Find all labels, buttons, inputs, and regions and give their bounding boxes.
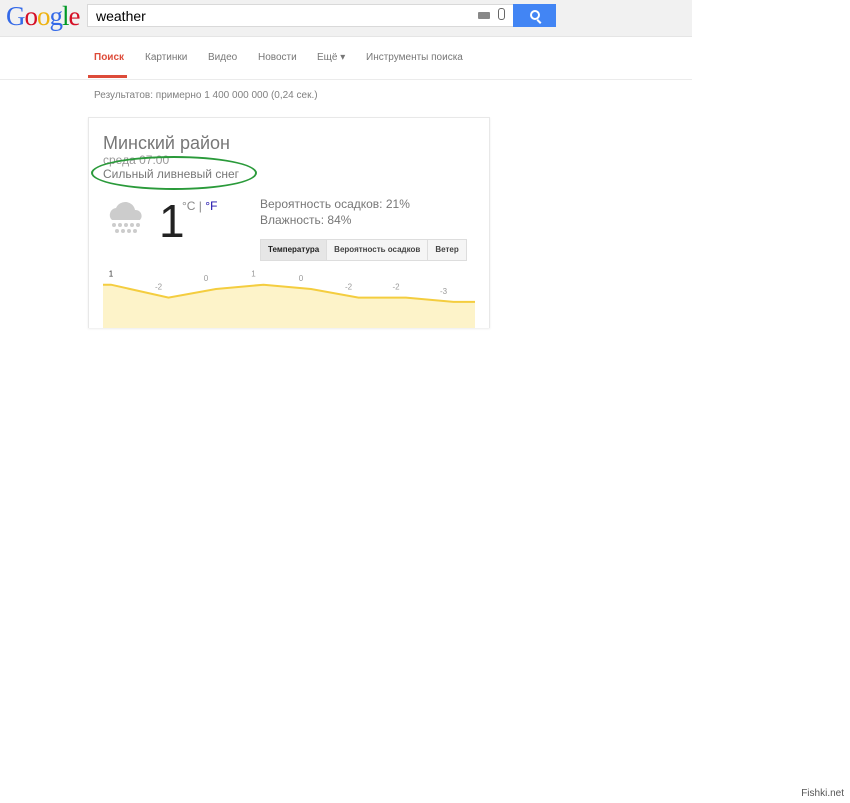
google-logo[interactable]: Google bbox=[6, 1, 80, 32]
temperature-chart: 1 -2 0 1 0 -2 -2 -3 bbox=[103, 270, 475, 328]
chart-data-label: -3 bbox=[440, 287, 448, 296]
hand-drawn-annotation bbox=[91, 156, 257, 190]
temperature-button[interactable]: Температура bbox=[261, 240, 327, 260]
unit-fahrenheit[interactable]: °F bbox=[205, 199, 217, 213]
chart-data-label: 1 bbox=[109, 270, 114, 279]
weather-location: Минский район bbox=[103, 133, 231, 153]
chart-data-label: -2 bbox=[392, 283, 400, 292]
search-icon bbox=[530, 10, 540, 20]
unit-separator: | bbox=[195, 199, 206, 213]
tab-more[interactable]: Ещё ▾ bbox=[317, 52, 345, 63]
tab-search[interactable]: Поиск bbox=[94, 52, 124, 63]
tab-images[interactable]: Картинки bbox=[145, 52, 187, 63]
search-button[interactable] bbox=[513, 4, 556, 27]
search-tabs: Поиск Картинки Видео Новости Ещё ▾ Инстр… bbox=[0, 37, 692, 80]
top-bar: Google bbox=[0, 0, 692, 37]
active-tab-indicator bbox=[88, 75, 127, 78]
snow-cloud-icon bbox=[109, 201, 142, 233]
precipitation-button[interactable]: Вероятность осадков bbox=[326, 240, 428, 260]
chart-mode-buttons: Температура Вероятность осадков Ветер bbox=[260, 239, 467, 261]
tab-search-tools[interactable]: Инструменты поиска bbox=[366, 52, 463, 63]
humidity: Влажность: 84% bbox=[260, 213, 352, 227]
weather-card: Минский район среда 07:00 Сильный ливнев… bbox=[88, 117, 490, 328]
watermark: Fishki.net bbox=[801, 788, 844, 799]
chart-data-label: -2 bbox=[155, 283, 163, 292]
wind-button[interactable]: Ветер bbox=[427, 240, 466, 260]
search-input[interactable] bbox=[94, 7, 468, 25]
chart-data-label: 0 bbox=[204, 274, 209, 283]
unit-celsius[interactable]: °C bbox=[182, 199, 195, 213]
chart-data-label: 1 bbox=[251, 270, 256, 279]
tab-video[interactable]: Видео bbox=[208, 52, 237, 63]
keyboard-icon[interactable] bbox=[478, 12, 490, 19]
search-box bbox=[87, 4, 514, 27]
tab-news[interactable]: Новости bbox=[258, 52, 297, 63]
microphone-icon[interactable] bbox=[498, 8, 505, 20]
result-stats: Результатов: примерно 1 400 000 000 (0,2… bbox=[94, 90, 318, 101]
unit-toggle: °C | °F bbox=[182, 199, 217, 213]
precipitation-chance: Вероятность осадков: 21% bbox=[260, 197, 410, 211]
chart-data-label: 0 bbox=[299, 274, 304, 283]
chart-data-label: -2 bbox=[345, 283, 353, 292]
current-temperature: 1 bbox=[159, 195, 185, 247]
